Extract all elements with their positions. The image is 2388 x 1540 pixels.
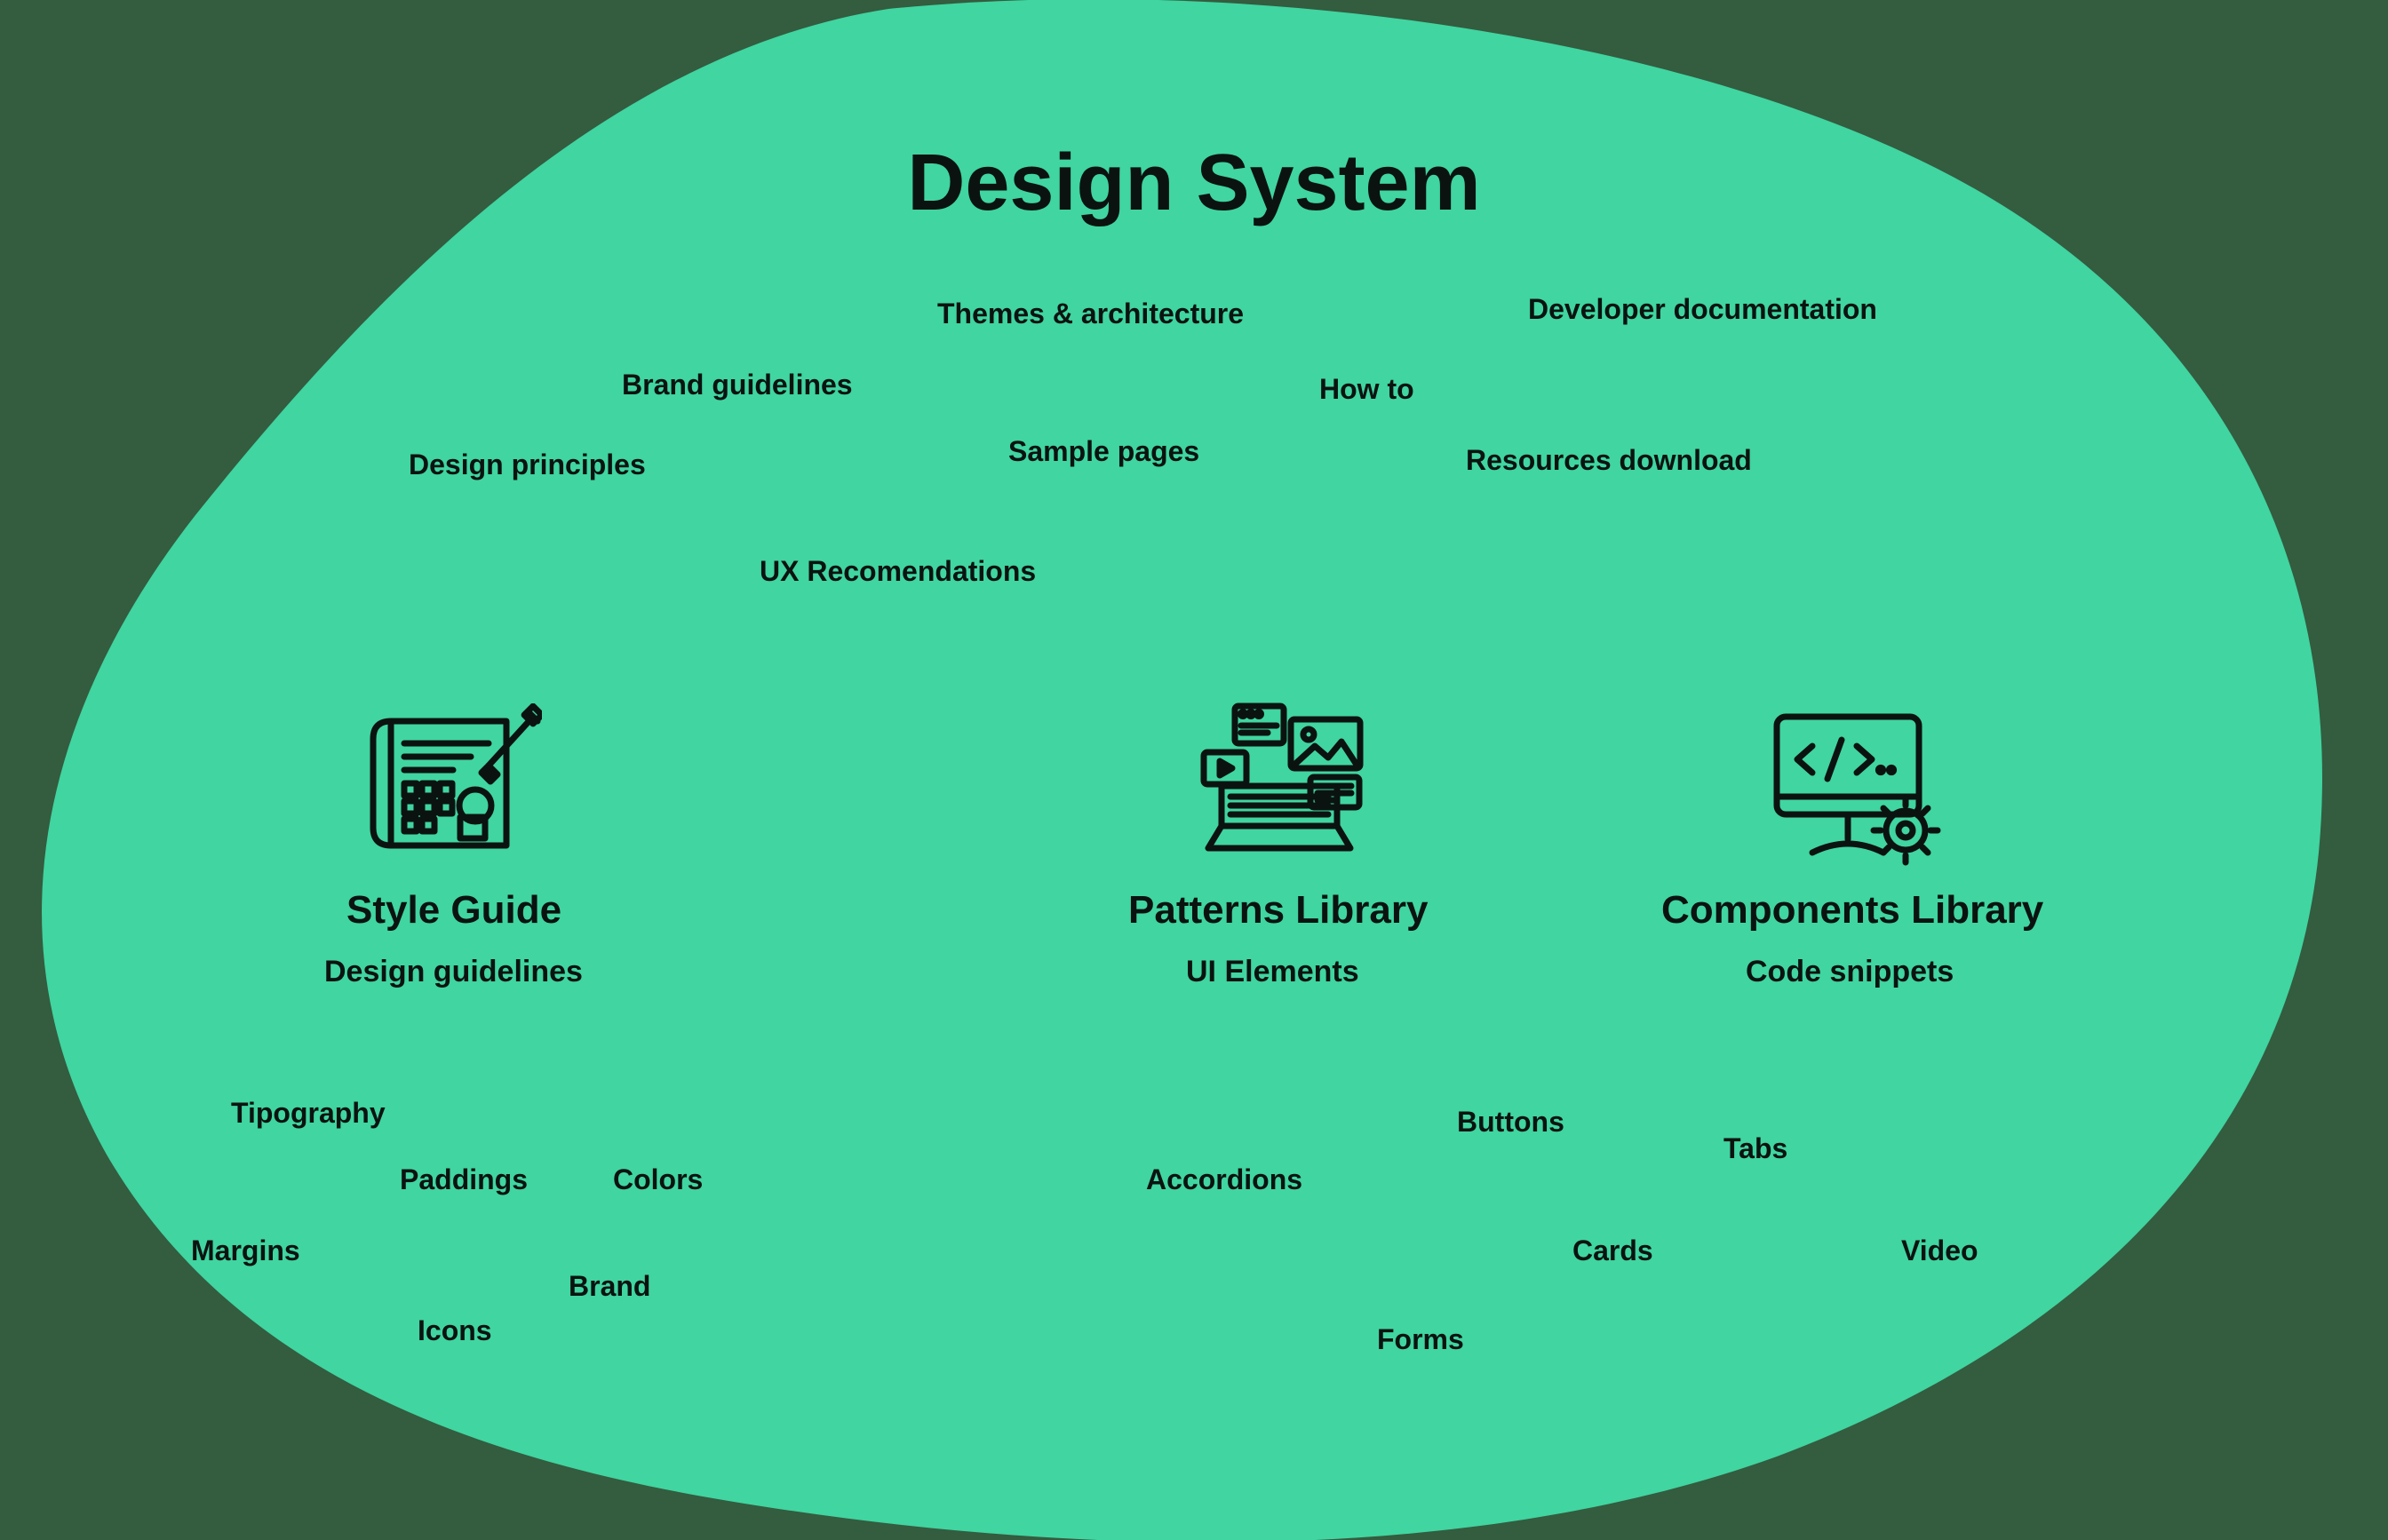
tag-brand-guidelines: Brand guidelines — [622, 369, 853, 401]
tag-brand: Brand — [569, 1270, 650, 1303]
style-guide-subtitle: Design guidelines — [324, 955, 583, 989]
tag-buttons: Buttons — [1457, 1106, 1564, 1139]
tag-developer-documentation: Developer documentation — [1528, 293, 1877, 326]
tag-accordions: Accordions — [1146, 1163, 1302, 1196]
tag-paddings: Paddings — [400, 1163, 528, 1196]
components-library-subtitle: Code snippets — [1746, 955, 1954, 989]
tag-colors: Colors — [613, 1163, 703, 1196]
tag-resources-download: Resources download — [1466, 444, 1752, 477]
diagram-title: Design System — [0, 138, 2388, 229]
tag-ux-recommendations: UX Recomendations — [760, 555, 1036, 588]
tag-tabs: Tabs — [1723, 1132, 1787, 1165]
diagram-stage: Design System Design principles Brand gu… — [0, 0, 2388, 1540]
components-library-title: Components Library — [1661, 888, 2043, 933]
tag-design-principles: Design principles — [409, 449, 646, 481]
tag-sample-pages: Sample pages — [1008, 435, 1199, 468]
tag-margins: Margins — [191, 1234, 300, 1267]
components-library-icon — [1763, 706, 1941, 870]
style-guide-title: Style Guide — [346, 888, 561, 933]
tag-how-to: How to — [1319, 373, 1414, 406]
patterns-library-icon — [1186, 697, 1373, 870]
patterns-library-title: Patterns Library — [1128, 888, 1428, 933]
tag-icons: Icons — [418, 1314, 492, 1347]
patterns-library-subtitle: UI Elements — [1186, 955, 1359, 989]
tag-video: Video — [1901, 1234, 1978, 1267]
tag-forms: Forms — [1377, 1323, 1464, 1356]
tag-tipography: Tipography — [231, 1097, 386, 1130]
tag-cards: Cards — [1572, 1234, 1653, 1267]
tag-themes-architecture: Themes & architecture — [937, 298, 1244, 330]
style-guide-icon — [355, 703, 542, 868]
